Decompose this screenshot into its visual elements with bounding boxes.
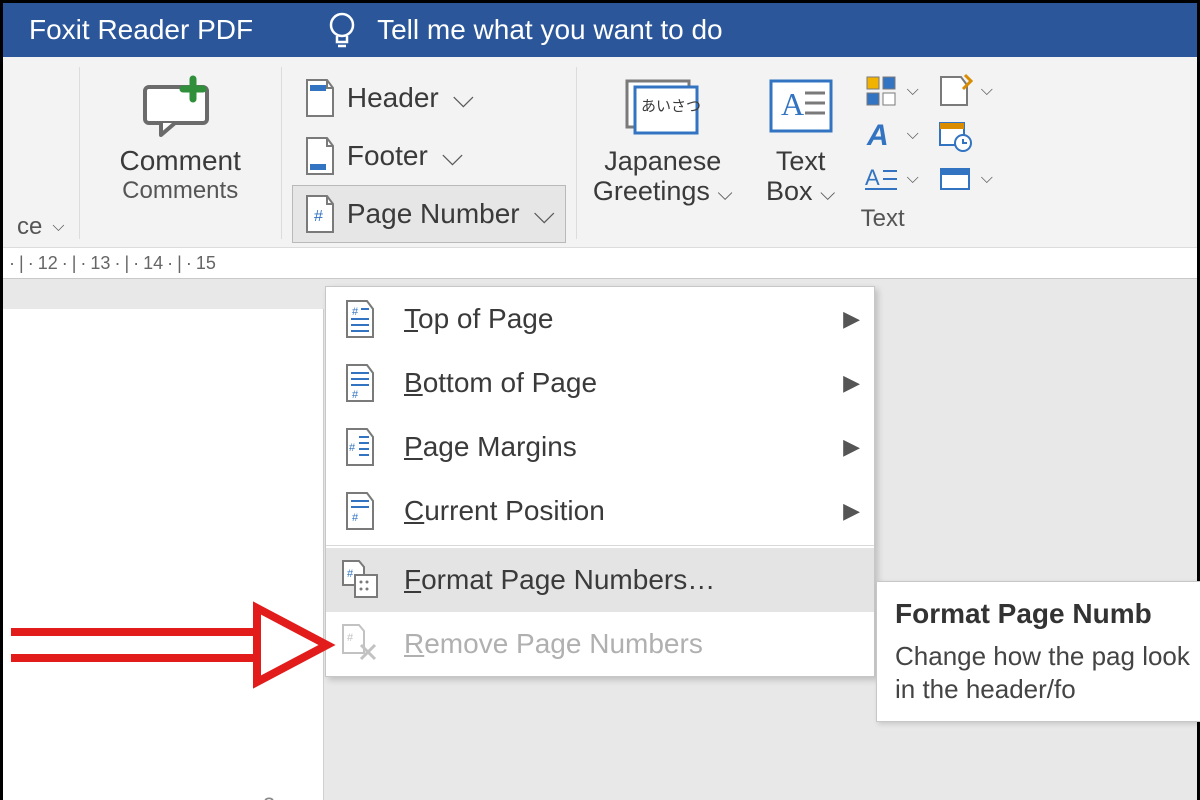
japanese-label-2: Greetings [593, 176, 710, 206]
menu-item-remove-page-numbers: # Remove Page Numbers [326, 612, 874, 676]
header-icon [303, 78, 337, 118]
drop-cap-button[interactable]: A ⌵ [861, 159, 919, 199]
japanese-greetings-icon: あいさつ [621, 69, 705, 147]
menu-label: Format Page Numbers… [384, 564, 860, 596]
header-button[interactable]: Header ⌵ [292, 69, 566, 127]
svg-text:A: A [781, 86, 804, 122]
format-page-numbers-icon: # [336, 559, 384, 601]
page-number-bottom-icon: # [336, 363, 384, 403]
ribbon-group-comments: Comment Comments [80, 63, 281, 243]
menu-label: Current Position [384, 495, 843, 527]
chevron-down-icon: ⌵ [907, 126, 919, 144]
ribbon-tab-foxit[interactable]: Foxit Reader PDF [3, 14, 279, 46]
quick-parts-icon [861, 71, 901, 111]
comments-group-label: Comments [122, 177, 238, 205]
lightbulb-icon [325, 9, 359, 51]
svg-text:#: # [352, 512, 359, 524]
text-box-button[interactable]: A TextBox ⌵ [749, 63, 853, 243]
page-number-display: 3 [263, 793, 275, 800]
ribbon-section-reference-cut: ce ⌵ [3, 63, 79, 243]
tooltip-body: Change how the pag look in the header/fo [895, 640, 1200, 705]
svg-text:#: # [349, 442, 356, 454]
text-group-label: Text [861, 205, 919, 233]
chevron-down-icon: ⌵ [717, 183, 732, 205]
tell-me-search[interactable]: Tell me what you want to do [377, 14, 723, 46]
footer-button[interactable]: Footer ⌵ [292, 127, 566, 185]
svg-text:#: # [314, 208, 323, 225]
ribbon: ce ⌵ Comment Comments Header [3, 57, 1197, 248]
object-icon [935, 159, 975, 199]
submenu-arrow-icon: ▶ [843, 370, 860, 396]
menu-item-page-margins[interactable]: # Page Margins ▶ [326, 415, 874, 479]
horizontal-ruler[interactable]: ·|·12·|·13·|·14·|·15 [3, 248, 1197, 279]
signature-line-icon [935, 71, 975, 111]
japanese-greetings-button[interactable]: あいさつ JapaneseGreetings ⌵ [577, 63, 749, 243]
menu-item-current-position[interactable]: # Current Position ▶ [326, 479, 874, 543]
japanese-label-1: Japanese [604, 146, 721, 176]
svg-text:A: A [866, 119, 889, 152]
menu-item-top-of-page[interactable]: # Top of Page ▶ [326, 287, 874, 351]
comment-icon [135, 69, 225, 141]
title-bar: Foxit Reader PDF Tell me what you want t… [3, 3, 1197, 57]
menu-separator [326, 545, 874, 546]
date-time-button[interactable] [935, 115, 993, 155]
chevron-down-icon: ⌵ [534, 198, 555, 231]
chevron-down-icon: ⌵ [820, 183, 835, 205]
page-number-icon: # [303, 194, 337, 234]
menu-label: Top of Page [384, 303, 843, 335]
wordart-icon: A [861, 115, 901, 155]
submenu-arrow-icon: ▶ [843, 306, 860, 332]
ribbon-small-column-1: ⌵ A ⌵ A ⌵ Text [853, 63, 927, 243]
header-label: Header [347, 82, 439, 114]
menu-item-format-page-numbers[interactable]: # Format Page Numbers… [326, 548, 874, 612]
ribbon-small-column-2: ⌵ ⌵ [927, 63, 1001, 243]
menu-label: Bottom of Page [384, 367, 843, 399]
chevron-down-icon: ⌵ [907, 170, 919, 188]
page-number-margins-icon: # [336, 427, 384, 467]
reference-label-cut: ce [17, 213, 42, 241]
menu-label: Page Margins [384, 431, 843, 463]
submenu-arrow-icon: ▶ [843, 498, 860, 524]
svg-text:#: # [352, 389, 359, 401]
footer-icon [303, 136, 337, 176]
menu-label: Remove Page Numbers [384, 628, 860, 660]
page-number-current-icon: # [336, 491, 384, 531]
footer-label: Footer [347, 140, 428, 172]
page-number-top-icon: # [336, 299, 384, 339]
svg-text:#: # [347, 632, 354, 644]
drop-cap-icon: A [861, 159, 901, 199]
chevron-down-icon: ⌵ [442, 140, 463, 173]
submenu-arrow-icon: ▶ [843, 434, 860, 460]
svg-text:A: A [865, 165, 880, 190]
text-box-label-2: Box [766, 176, 813, 206]
page-number-button[interactable]: # Page Number ⌵ [292, 185, 566, 243]
tooltip-format-page-numbers: Format Page Numb Change how the pag look… [876, 581, 1200, 722]
menu-item-bottom-of-page[interactable]: # Bottom of Page ▶ [326, 351, 874, 415]
chevron-down-icon: ⌵ [453, 82, 474, 115]
chevron-down-icon[interactable]: ⌵ [52, 218, 64, 236]
wordart-button[interactable]: A ⌵ [861, 115, 919, 155]
comment-label: Comment [120, 145, 241, 177]
text-box-label-1: Text [776, 146, 826, 176]
date-time-icon [935, 115, 975, 155]
chevron-down-icon: ⌵ [981, 82, 993, 100]
document-page[interactable]: 3 [3, 309, 324, 800]
page-number-menu: # Top of Page ▶ # Bottom of Page ▶ # Pag… [325, 286, 875, 677]
ribbon-group-header-footer: Header ⌵ Footer ⌵ # Page Number ⌵ [282, 63, 576, 243]
quick-parts-button[interactable]: ⌵ [861, 71, 919, 111]
svg-text:あいさつ: あいさつ [641, 98, 701, 115]
page-number-label: Page Number [347, 198, 520, 230]
text-box-icon: A [765, 69, 837, 147]
comment-button[interactable]: Comment [92, 63, 269, 177]
remove-page-numbers-icon: # [336, 623, 384, 665]
object-button[interactable]: ⌵ [935, 159, 993, 199]
tooltip-title: Format Page Numb [895, 598, 1200, 630]
chevron-down-icon: ⌵ [981, 170, 993, 188]
signature-line-button[interactable]: ⌵ [935, 71, 993, 111]
chevron-down-icon: ⌵ [907, 82, 919, 100]
svg-text:#: # [352, 306, 359, 318]
svg-text:#: # [347, 568, 354, 580]
